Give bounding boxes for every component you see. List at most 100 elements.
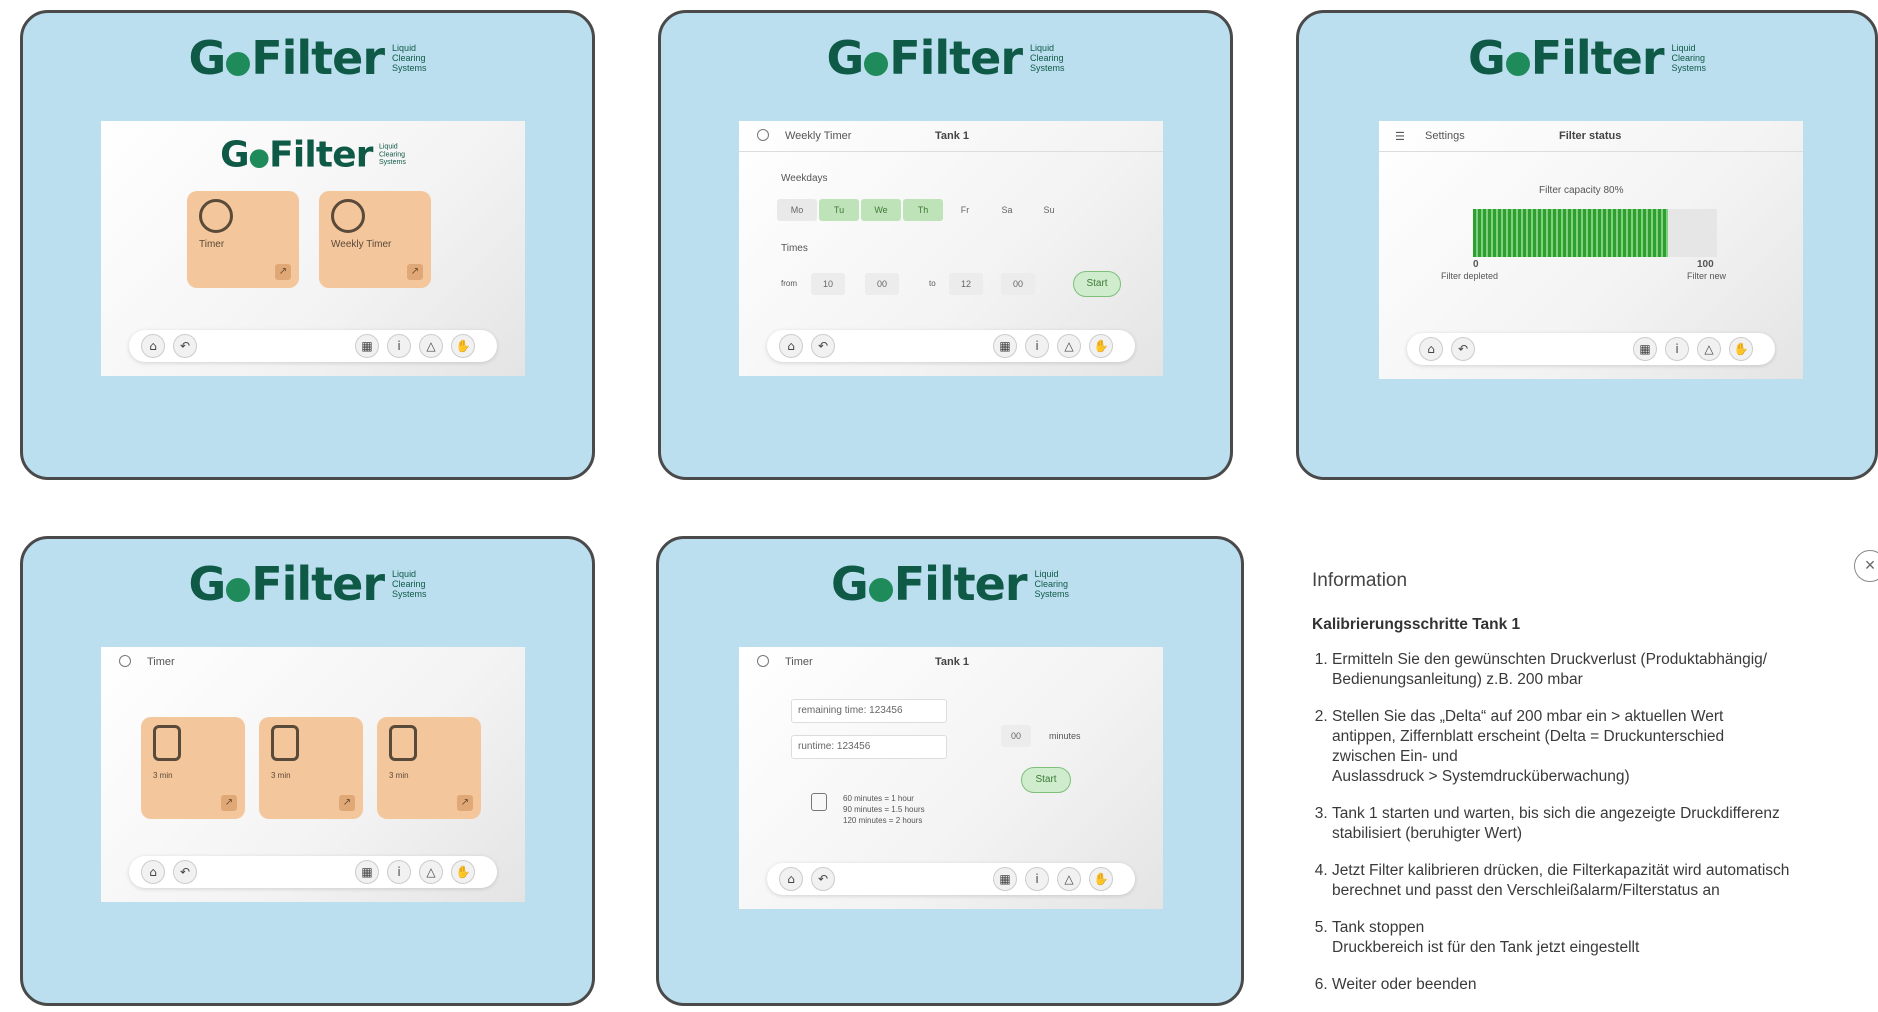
step-item: Stellen Sie das „Delta“ auf 200 mbar ein… — [1332, 707, 1872, 787]
calendar-icon[interactable]: ▦ — [1633, 337, 1657, 361]
hand-icon[interactable]: ✋ — [1089, 867, 1113, 891]
tile-canister-3[interactable]: 3 min ↗ — [377, 717, 481, 819]
start-button[interactable]: Start — [1021, 767, 1071, 793]
min-value: 0 — [1473, 259, 1479, 270]
capacity-label: Filter capacity 80% — [1539, 185, 1624, 196]
logo-dot-icon — [1505, 52, 1530, 76]
to-label: to — [929, 279, 936, 288]
minutes-input[interactable]: 00 — [1001, 725, 1031, 747]
warning-icon[interactable]: △ — [1697, 337, 1721, 361]
info-icon[interactable]: i — [1025, 334, 1049, 358]
stopwatch-icon — [331, 199, 365, 233]
hand-icon[interactable]: ✋ — [1089, 334, 1113, 358]
from-label: from — [781, 279, 797, 288]
screen-subtitle: Filter status — [1559, 130, 1622, 142]
screen-title: Timer — [785, 656, 813, 668]
weekday-we[interactable]: We — [861, 199, 901, 221]
info-icon[interactable]: i — [387, 334, 411, 358]
device-screen: G Filter Liquid Clearing Systems Timer ↗ Wee… — [101, 121, 525, 376]
max-value: 100 — [1697, 259, 1714, 270]
tile-canister-2[interactable]: 3 min ↗ — [259, 717, 363, 819]
info-icon[interactable]: i — [1025, 867, 1049, 891]
hand-icon[interactable]: ✋ — [451, 860, 475, 884]
tile-timer[interactable]: Timer ↗ — [187, 191, 299, 288]
bottom-nav: ⌂ ↶ ▦ i △ ✋ — [129, 856, 497, 888]
weekday-th[interactable]: Th — [903, 199, 943, 221]
logo-tagline: Liquid Clearing Systems — [392, 569, 427, 599]
tile-label: 3 min — [271, 771, 291, 780]
back-icon[interactable]: ↶ — [811, 334, 835, 358]
hand-icon[interactable]: ✋ — [1729, 337, 1753, 361]
info-icon[interactable]: i — [387, 860, 411, 884]
start-button[interactable]: Start — [1073, 271, 1121, 297]
clock-icon — [119, 655, 131, 667]
hand-icon[interactable]: ✋ — [451, 334, 475, 358]
hint-line: 90 minutes = 1.5 hours — [843, 805, 925, 814]
to-hour-field[interactable]: 12 — [949, 273, 983, 295]
warning-icon[interactable]: △ — [419, 334, 443, 358]
from-hour-field[interactable]: 10 — [811, 273, 845, 295]
weekday-fr[interactable]: Fr — [945, 199, 985, 221]
gofilter-logo: G Filter Liquid Clearing Systems — [659, 561, 1241, 607]
canister-icon — [271, 725, 299, 761]
weekday-sa[interactable]: Sa — [987, 199, 1027, 221]
home-icon[interactable]: ⌂ — [779, 334, 803, 358]
tile-label: Weekly Timer — [331, 239, 392, 250]
remaining-time-display: remaining time: 123456 — [791, 699, 947, 723]
screen-header: Timer Tank 1 — [739, 647, 1163, 677]
device-screen: Timer Tank 1 remaining time: 123456 runt… — [739, 647, 1163, 909]
logo-tagline: Liquid Clearing Systems — [392, 43, 427, 73]
device-panel-timer-run: G Filter Liquid Clearing Systems Timer Tank … — [656, 536, 1244, 1006]
to-minute-field[interactable]: 00 — [1001, 273, 1035, 295]
home-icon[interactable]: ⌂ — [1419, 337, 1443, 361]
logo-tagline: Liquid Clearing Systems — [1030, 43, 1065, 73]
info-icon[interactable]: i — [1665, 337, 1689, 361]
arrow-icon: ↗ — [407, 264, 423, 280]
device-screen: Timer 3 min ↗ 3 min ↗ 3 min ↗ ⌂ ↶ ▦ i △ ✋ — [101, 647, 525, 902]
device-screen: Weekly Timer Tank 1 Weekdays Mo Tu We Th Fr S… — [739, 121, 1163, 376]
calendar-icon[interactable]: ▦ — [993, 867, 1017, 891]
tile-label: 3 min — [389, 771, 409, 780]
screen-title: Settings — [1425, 130, 1465, 142]
calendar-icon[interactable]: ▦ — [355, 860, 379, 884]
conversion-hints: 60 minutes = 1 hour 90 minutes = 1.5 hour… — [843, 793, 925, 826]
gofilter-logo: G Filter Liquid Clearing Systems — [23, 35, 592, 81]
info-subheading: Kalibrierungsschritte Tank 1 — [1312, 616, 1521, 633]
logo-dot-icon — [249, 149, 269, 169]
arrow-icon: ↗ — [457, 795, 473, 811]
calendar-icon[interactable]: ▦ — [355, 334, 379, 358]
bottom-nav: ⌂ ↶ ▦ i △ ✋ — [767, 330, 1135, 362]
step-item: Tank 1 starten und warten, bis sich die … — [1332, 804, 1872, 844]
capacity-bar — [1473, 209, 1717, 257]
close-button[interactable]: × — [1854, 550, 1878, 582]
logo-wordmark: G Filter — [220, 132, 373, 176]
back-icon[interactable]: ↶ — [1451, 337, 1475, 361]
logo-dot-icon — [864, 52, 889, 76]
device-panel-weekly-timer: G Filter Liquid Clearing Systems Weekly Time… — [658, 10, 1233, 480]
back-icon[interactable]: ↶ — [173, 334, 197, 358]
weekday-mo[interactable]: Mo — [777, 199, 817, 221]
gofilter-logo: G Filter Liquid Clearing Systems — [1299, 35, 1875, 81]
warning-icon[interactable]: △ — [1057, 334, 1081, 358]
logo-wordmark: G Filter — [830, 557, 1028, 611]
home-icon[interactable]: ⌂ — [141, 334, 165, 358]
tile-weekly-timer[interactable]: Weekly Timer ↗ — [319, 191, 431, 288]
logo-dot-icon — [868, 578, 893, 602]
min-label: Filter depleted — [1441, 271, 1499, 281]
from-minute-field[interactable]: 00 — [865, 273, 899, 295]
weekday-tu[interactable]: Tu — [819, 199, 859, 221]
device-panel-filter-status: G Filter Liquid Clearing Systems ☰ Settings … — [1296, 10, 1878, 480]
back-icon[interactable]: ↶ — [173, 860, 197, 884]
logo-tagline: Liquid Clearing Systems — [1671, 43, 1707, 73]
warning-icon[interactable]: △ — [419, 860, 443, 884]
tile-canister-1[interactable]: 3 min ↗ — [141, 717, 245, 819]
calendar-icon[interactable]: ▦ — [993, 334, 1017, 358]
home-icon[interactable]: ⌂ — [779, 867, 803, 891]
warning-icon[interactable]: △ — [1057, 867, 1081, 891]
home-icon[interactable]: ⌂ — [141, 860, 165, 884]
bottom-nav: ⌂ ↶ ▦ i △ ✋ — [767, 863, 1135, 895]
weekday-su[interactable]: Su — [1029, 199, 1069, 221]
step-item: Ermitteln Sie den gewünschten Druckverlu… — [1332, 650, 1872, 690]
back-icon[interactable]: ↶ — [811, 867, 835, 891]
bottom-nav: ⌂ ↶ ▦ i △ ✋ — [1407, 333, 1775, 365]
